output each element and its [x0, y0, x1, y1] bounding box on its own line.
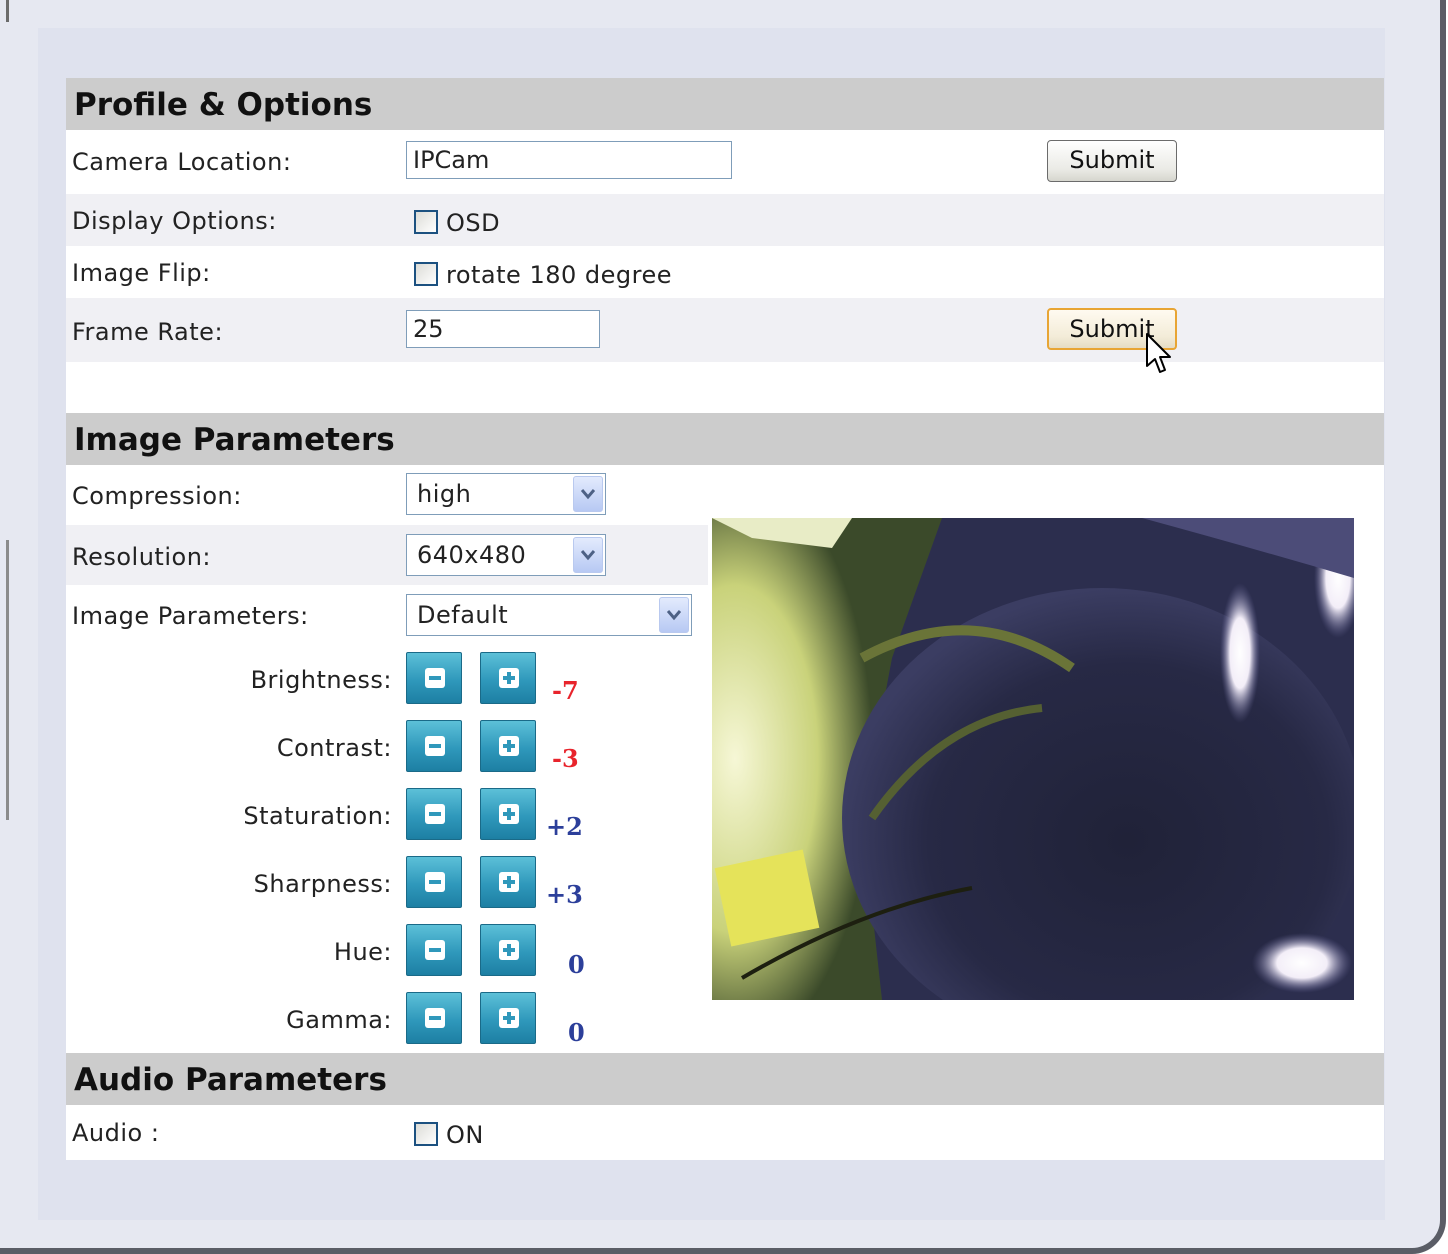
- saturation-value: +2: [546, 812, 583, 841]
- minus-icon: [425, 1008, 445, 1028]
- resolution-label: Resolution:: [72, 543, 211, 571]
- minus-icon: [425, 804, 445, 824]
- resolution-value: 640x480: [417, 541, 527, 569]
- saturation-label: Staturation:: [243, 802, 392, 830]
- hue-minus-button[interactable]: [406, 924, 462, 976]
- osd-checkbox[interactable]: [414, 210, 438, 234]
- sharpness-label: Sharpness:: [253, 870, 392, 898]
- image-parameters-label: Image Parameters:: [72, 602, 309, 630]
- image-parameters-select[interactable]: Default: [406, 594, 692, 636]
- sharpness-value: +3: [546, 880, 583, 909]
- camera-location-label: Camera Location:: [72, 148, 292, 176]
- sharpness-minus-button[interactable]: [406, 856, 462, 908]
- brightness-label: Brightness:: [250, 666, 392, 694]
- osd-checkbox-label: OSD: [446, 209, 501, 237]
- rotate-checkbox[interactable]: [414, 262, 438, 286]
- saturation-minus-button[interactable]: [406, 788, 462, 840]
- gamma-label: Gamma:: [286, 1006, 392, 1034]
- plus-icon: [499, 872, 519, 892]
- image-flip-label: Image Flip:: [72, 259, 211, 287]
- plus-icon: [499, 940, 519, 960]
- gamma-plus-button[interactable]: [480, 992, 536, 1044]
- frame-edge: [6, 0, 9, 22]
- plus-icon: [499, 736, 519, 756]
- contrast-value: -3: [552, 744, 579, 773]
- plus-icon: [499, 1008, 519, 1028]
- compression-value: high: [417, 480, 472, 508]
- gamma-value: 0: [568, 1018, 585, 1047]
- section-header-image: Image Parameters: [66, 413, 1384, 465]
- contrast-label: Contrast:: [276, 734, 392, 762]
- compression-label: Compression:: [72, 482, 242, 510]
- hue-label: Hue:: [333, 938, 392, 966]
- hue-value: 0: [568, 950, 585, 979]
- hue-plus-button[interactable]: [480, 924, 536, 976]
- minus-icon: [425, 668, 445, 688]
- frame-rate-label: Frame Rate:: [72, 318, 224, 346]
- frame-edge: [6, 540, 9, 820]
- section-header-profile: Profile & Options: [66, 78, 1384, 130]
- section-header-audio: Audio Parameters: [66, 1053, 1384, 1105]
- plus-icon: [499, 804, 519, 824]
- chevron-down-icon[interactable]: [573, 476, 603, 512]
- submit-button-location[interactable]: Submit: [1047, 140, 1177, 182]
- camera-location-input[interactable]: IPCam: [406, 141, 732, 179]
- sharpness-plus-button[interactable]: [480, 856, 536, 908]
- compression-select[interactable]: high: [406, 473, 606, 515]
- plus-icon: [499, 668, 519, 688]
- minus-icon: [425, 872, 445, 892]
- minus-icon: [425, 736, 445, 756]
- saturation-plus-button[interactable]: [480, 788, 536, 840]
- audio-on-checkbox[interactable]: [414, 1122, 438, 1146]
- row-display-options: Display Options:: [66, 194, 1384, 246]
- frame-rate-input[interactable]: 25: [406, 310, 600, 348]
- rotate-checkbox-label: rotate 180 degree: [446, 261, 672, 289]
- camera-preview-image: [712, 518, 1354, 1000]
- row-compression: Compression:: [66, 465, 1384, 525]
- row-resolution: Resolution:: [66, 525, 708, 585]
- row-audio: Audio :: [66, 1105, 1384, 1159]
- resolution-select[interactable]: 640x480: [406, 534, 606, 576]
- audio-on-checkbox-label: ON: [446, 1121, 484, 1149]
- row-image-flip: Image Flip:: [66, 246, 1384, 298]
- gamma-minus-button[interactable]: [406, 992, 462, 1044]
- display-options-label: Display Options:: [72, 207, 277, 235]
- contrast-minus-button[interactable]: [406, 720, 462, 772]
- contrast-plus-button[interactable]: [480, 720, 536, 772]
- minus-icon: [425, 940, 445, 960]
- brightness-minus-button[interactable]: [406, 652, 462, 704]
- chevron-down-icon[interactable]: [573, 537, 603, 573]
- image-parameters-value: Default: [417, 601, 509, 629]
- brightness-value: -7: [552, 676, 579, 705]
- audio-label: Audio :: [72, 1119, 160, 1147]
- chevron-down-icon[interactable]: [659, 597, 689, 633]
- brightness-plus-button[interactable]: [480, 652, 536, 704]
- row-frame-rate: Frame Rate:: [66, 298, 1384, 362]
- pointer-cursor-icon: [1145, 332, 1171, 382]
